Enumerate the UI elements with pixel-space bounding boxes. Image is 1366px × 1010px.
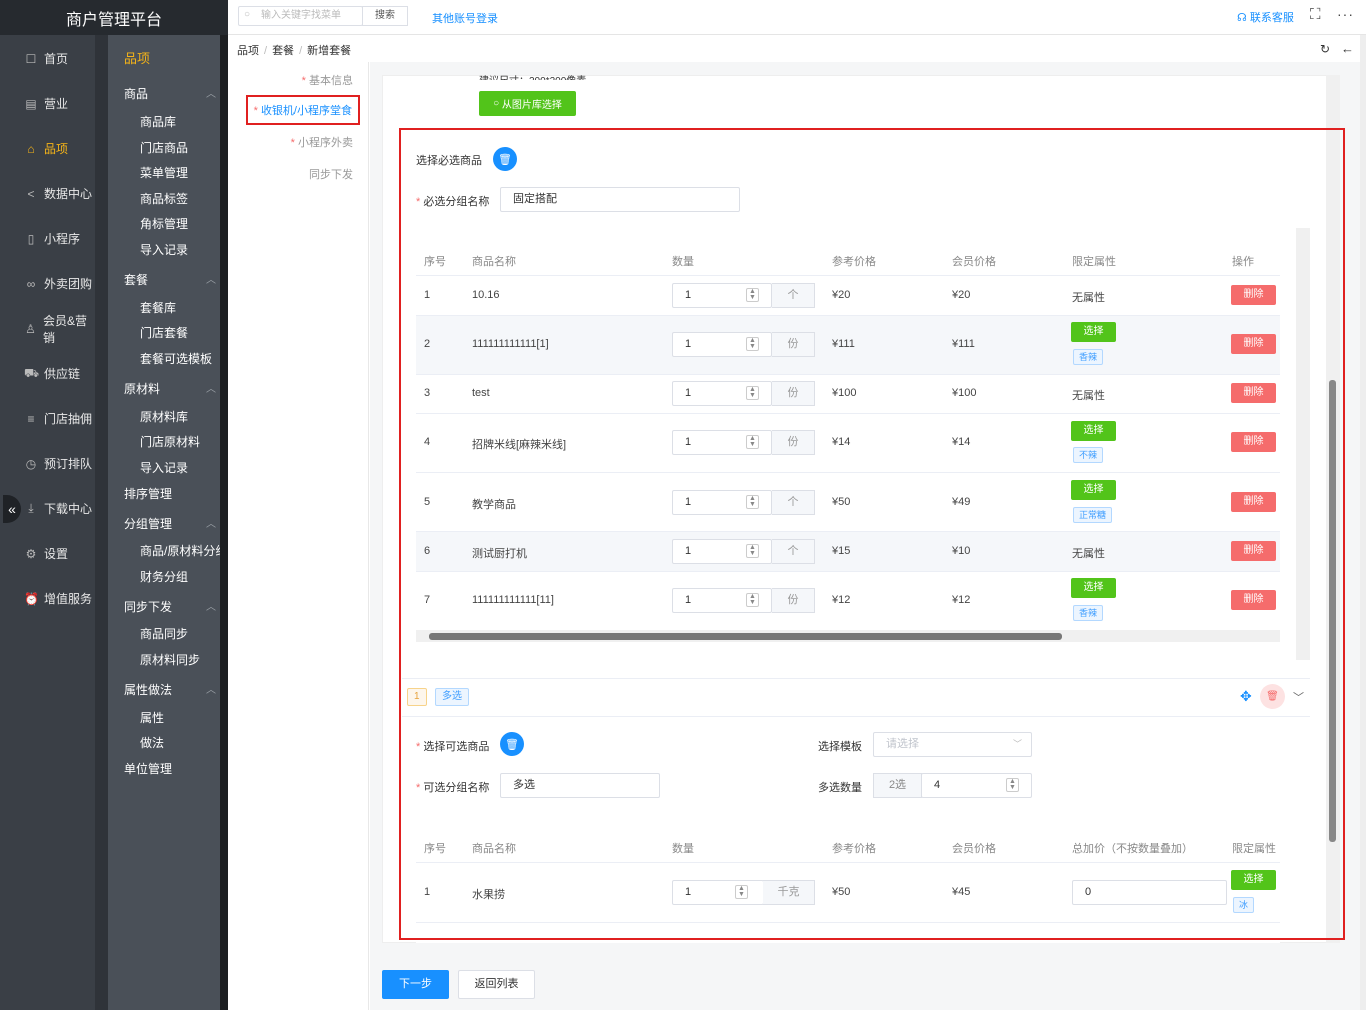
subnav-item[interactable]: 商品/原材料分组 — [140, 542, 227, 559]
subnav-item[interactable]: 门店原材料 — [140, 433, 200, 450]
doc-icon: ☐ — [25, 51, 37, 66]
form-step-tabs: * 基本信息 * 收银机/小程序堂食 * 小程序外卖 同步下发 — [237, 62, 369, 1010]
truck-icon: ⛟ — [24, 365, 40, 380]
search-icon: ○ — [493, 98, 502, 109]
chevron-up-icon: ︿ — [206, 275, 216, 286]
subnav-item[interactable]: 导入记录 — [140, 241, 188, 258]
alarm-icon: ⏰ — [24, 591, 39, 606]
chevron-up-icon: ︿ — [206, 602, 216, 613]
breadcrumb-item[interactable]: 品项 — [237, 45, 259, 57]
highlight-box — [399, 128, 1345, 940]
menu-search-input[interactable]: 输入关键字找菜单 — [238, 6, 363, 26]
nav-item-booking[interactable]: ◷ 预订排队 — [0, 441, 95, 486]
breadcrumb-item[interactable]: 套餐 — [272, 45, 294, 57]
search-button[interactable]: 搜索 — [362, 6, 408, 26]
subnav-item[interactable]: 原材料同步 — [140, 651, 200, 668]
nav-item-delivery[interactable]: ∞ 外卖团购 — [0, 261, 95, 306]
more-icon[interactable]: ··· — [1337, 6, 1354, 22]
back-to-list-button[interactable]: 返回列表 — [458, 970, 535, 999]
subnav-item[interactable]: 商品标签 — [140, 190, 188, 207]
subnav-item[interactable]: 套餐可选模板 — [140, 350, 212, 367]
breadcrumb-current: 新增套餐 — [307, 45, 352, 57]
subnav-group-combo[interactable]: 套餐 ︿ — [124, 271, 216, 288]
image-size-tip: 建议尺寸：200*200像素 — [479, 72, 586, 80]
subnav-item[interactable]: 属性 — [140, 709, 164, 726]
window-edge — [1360, 35, 1366, 1010]
subnav-item[interactable]: 财务分组 — [140, 568, 188, 585]
contact-service-link[interactable]: ☊ 联系客服 — [1237, 9, 1294, 25]
chevron-up-icon: ︿ — [206, 89, 216, 100]
subnav-item[interactable]: 门店商品 — [140, 139, 188, 156]
app-title: 商户管理平台 — [0, 0, 228, 35]
subnav-item[interactable]: 商品同步 — [140, 625, 188, 642]
chevron-up-icon: ︿ — [206, 519, 216, 530]
headset-icon: ☊ — [1237, 12, 1250, 24]
database-icon: ≡ — [27, 411, 35, 426]
tab-miniprogram-delivery[interactable]: * 小程序外卖 — [291, 134, 353, 150]
fullscreen-icon[interactable]: ⛶ — [1310, 6, 1321, 23]
gear-icon: ⚙ — [25, 546, 37, 561]
subnav-group-unit[interactable]: 单位管理 — [124, 760, 216, 777]
subnav-group-material[interactable]: 原材料 ︿ — [124, 380, 216, 397]
other-account-login-link[interactable]: 其他账号登录 — [432, 10, 498, 26]
subnav-scrollbar[interactable] — [220, 35, 228, 1010]
subnav-item[interactable]: 菜单管理 — [140, 164, 188, 181]
subnav-item[interactable]: 套餐库 — [140, 299, 176, 316]
subnav-group-sync[interactable]: 同步下发 ︿ — [124, 598, 216, 615]
share-icon: < — [27, 186, 35, 201]
register-icon: ▤ — [25, 96, 37, 111]
next-step-button[interactable]: 下一步 — [382, 970, 449, 999]
nav-item-settings[interactable]: ⚙ 设置 — [0, 531, 95, 576]
breadcrumb: 品项 / 套餐 / 新增套餐 — [237, 45, 352, 57]
subnav-group-attr[interactable]: 属性做法 ︿ — [124, 681, 216, 698]
subnav-item[interactable]: 商品库 — [140, 113, 176, 130]
nav-item-data-center[interactable]: < 数据中心 — [0, 171, 95, 216]
subnav-item[interactable]: 门店套餐 — [140, 324, 188, 341]
nav-item-miniprogram[interactable]: ▯ 小程序 — [0, 216, 95, 261]
primary-nav: ☐ 首页 ▤ 营业 ⌂ 品项 < 数据中心 ▯ 小程序 ∞ 外卖团购 ♙ 会员&营销 ⛟ 供应链… — [0, 35, 95, 1010]
tab-sync[interactable]: 同步下发 — [309, 166, 353, 182]
phone-icon: ▯ — [27, 231, 35, 246]
search-icon: ○ — [244, 9, 251, 20]
chevron-up-icon: ︿ — [206, 384, 216, 395]
clock-icon: ◷ — [25, 456, 37, 471]
chevron-up-icon: ︿ — [206, 685, 216, 696]
subnav-item[interactable]: 导入记录 — [140, 459, 188, 476]
subnav-title: 品项 — [124, 51, 151, 66]
nav-item-home[interactable]: ☐ 首页 — [0, 36, 95, 81]
user-icon: ♙ — [25, 321, 36, 336]
double-chevron-left-icon: « — [8, 501, 16, 517]
subnav-item[interactable]: 做法 — [140, 734, 164, 751]
subnav-group-grouping[interactable]: 分组管理 ︿ — [124, 515, 216, 532]
subnav-item[interactable]: 角标管理 — [140, 215, 188, 232]
image-library-button[interactable]: ○ 从图片库选择 — [479, 91, 576, 116]
subnav-group-goods[interactable]: 商品 ︿ — [124, 85, 216, 102]
nav-item-commission[interactable]: ≡ 门店抽佣 — [0, 396, 95, 441]
nav-item-business[interactable]: ▤ 营业 — [0, 81, 95, 126]
subnav-group-sort[interactable]: 排序管理 — [124, 485, 216, 502]
nav-item-value-added[interactable]: ⏰ 增值服务 — [0, 576, 95, 621]
subnav-item[interactable]: 原材料库 — [140, 408, 188, 425]
nav-item-supply[interactable]: ⛟ 供应链 — [0, 351, 95, 396]
download-icon: ⤓ — [28, 501, 34, 515]
tab-basic-info[interactable]: * 基本信息 — [302, 72, 353, 88]
nav-item-products[interactable]: ⌂ 品项 — [0, 126, 95, 171]
bag-icon: ⌂ — [27, 141, 35, 156]
refresh-icon[interactable]: ↻ — [1320, 42, 1330, 56]
back-arrow-icon[interactable]: ← — [1341, 41, 1354, 56]
nav-item-member[interactable]: ♙ 会员&营销 — [0, 306, 95, 351]
secondary-nav: 品项 商品 ︿ 商品库 门店商品 菜单管理 商品标签 角标管理 导入记录 套餐 ︿ … — [108, 35, 227, 1010]
tab-pos-dine-in[interactable]: * 收银机/小程序堂食 — [245, 95, 360, 125]
bike-icon: ∞ — [26, 276, 36, 291]
